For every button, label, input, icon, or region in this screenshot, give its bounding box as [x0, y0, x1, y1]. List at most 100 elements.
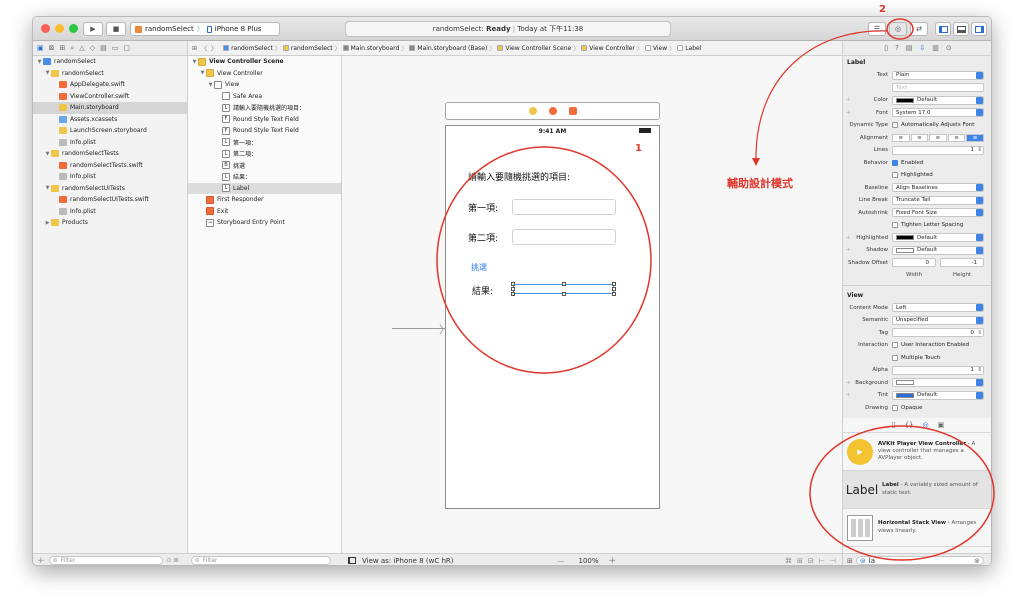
add-variation-icon[interactable]: +	[846, 110, 851, 116]
stepper-icon[interactable]: ⇕	[977, 147, 982, 153]
navigator-item[interactable]: LaunchScreen.storyboard	[33, 125, 187, 137]
toggle-navigator-button[interactable]	[935, 22, 951, 36]
checkbox[interactable]	[892, 222, 898, 229]
related-items-icon[interactable]: ⊞	[192, 45, 197, 52]
navigator-item[interactable]: ▶ Products	[33, 217, 187, 229]
outline-item[interactable]: F Round Style Text Field	[188, 114, 341, 126]
inspector-popup[interactable]: Left	[892, 303, 984, 313]
close-window-button[interactable]	[41, 24, 50, 33]
folder-icon[interactable]: ▣	[37, 44, 44, 52]
attributes-inspector-icon[interactable]: ⇩	[919, 44, 925, 52]
navigator-item[interactable]: ▼ randomSelectUITests	[33, 183, 187, 195]
breadcrumb-item[interactable]: Label	[677, 45, 701, 52]
navigator-filter-field[interactable]: ⊜ Filter	[48, 556, 163, 565]
inspector-popup[interactable]: Truncate Tail	[892, 195, 984, 205]
checkbox[interactable]	[892, 172, 898, 179]
checkbox[interactable]	[892, 404, 898, 411]
breadcrumb-item[interactable]: randomSelect 〉	[282, 44, 343, 53]
inspector-popup[interactable]	[892, 378, 984, 388]
navigator-item[interactable]: Info.plist	[33, 171, 187, 183]
stepper-icon[interactable]: ⇕	[977, 367, 982, 373]
view-controller-scene[interactable]: 9:41 AM 請輸入要隨機挑選的項目: 第一項: 第二項: 挑選 結果:	[445, 125, 660, 509]
symbol-icon[interactable]: ⊞	[60, 44, 66, 52]
inspector-popup[interactable]: Default	[892, 245, 984, 255]
result-label[interactable]	[511, 282, 616, 296]
add-variation-icon[interactable]: +	[846, 392, 851, 398]
add-icon[interactable]: +	[37, 556, 45, 566]
forward-icon[interactable]: 〉	[211, 44, 217, 53]
breadcrumb-item[interactable]: Main.storyboard 〉	[342, 44, 410, 53]
scheme-selector[interactable]: randomSelect 〉 iPhone 8 Plus	[130, 22, 280, 36]
view-controller-icon[interactable]	[528, 107, 537, 115]
exit-icon[interactable]	[568, 107, 577, 115]
inspector-popup[interactable]: Plain	[892, 70, 984, 80]
align-natural-icon[interactable]: ≡	[966, 133, 984, 142]
view-as-button[interactable]: View as: iPhone 8 (wC hR)	[362, 557, 454, 565]
navigator-item[interactable]: ViewController.swift	[33, 91, 187, 103]
stop-button[interactable]: ■	[106, 22, 126, 36]
resolve-icon[interactable]: ⊣	[830, 557, 836, 565]
inspector-number-field[interactable]: 0 ⇕	[892, 328, 984, 338]
add-variation-icon[interactable]: +	[846, 97, 851, 103]
inspector-popup[interactable]: Align Baselines	[892, 183, 984, 193]
zoom-window-button[interactable]	[69, 24, 78, 33]
inspector-text-field[interactable]: Text	[892, 83, 984, 93]
disclosure-triangle-icon[interactable]: ▼	[191, 59, 198, 65]
breadcrumb-item[interactable]: Main.storyboard (Base) 〉	[409, 44, 497, 53]
library-search-field[interactable]: ⊜ la ⊗	[855, 556, 984, 565]
disclosure-triangle-icon[interactable]: ▼	[199, 70, 206, 76]
alignment-segmented-control[interactable]: ≡ ≡ ≡ ≡ ≡	[892, 133, 984, 142]
checkbox[interactable]	[892, 159, 898, 166]
storyboard-canvas[interactable]: 〉 9:41 AM 請輸入要隨機挑選的項目: 第一項: 第二項: 挑選 結果:	[342, 56, 842, 553]
navigator-item[interactable]: ▼ randomSelect	[33, 68, 187, 80]
identity-inspector-icon[interactable]: ▤	[906, 44, 913, 52]
minimize-window-button[interactable]	[55, 24, 64, 33]
outline-item[interactable]: ▼ View Controller	[188, 68, 341, 80]
shadow-offset-width-field[interactable]: 0	[892, 258, 936, 268]
navigator-item[interactable]: Assets.xcassets	[33, 114, 187, 126]
library-item[interactable]: Horizontal Stack View - Arranges views l…	[843, 509, 991, 547]
assistant-editor-button[interactable]: ◎	[889, 22, 907, 36]
align-right-icon[interactable]: ≡	[929, 133, 947, 142]
outline-item[interactable]: F Round Style Text Field	[188, 125, 341, 137]
navigator-item[interactable]: randomSelectUITests.swift	[33, 194, 187, 206]
item2-label[interactable]: 第二項:	[468, 231, 498, 244]
align-center-icon[interactable]: ≡	[910, 133, 929, 142]
media-library-icon[interactable]: ▣	[938, 421, 945, 429]
file-template-icon[interactable]: ▯	[892, 421, 896, 429]
outline-item[interactable]: ▼ View	[188, 79, 341, 91]
inspector-popup[interactable]: System 17.0	[892, 108, 984, 118]
breadcrumb-item[interactable]: randomSelect 〉	[223, 44, 283, 53]
resize-handle[interactable]	[511, 282, 515, 286]
navigator-item[interactable]: AppDelegate.swift	[33, 79, 187, 91]
outline-item[interactable]: L 結果：	[188, 171, 341, 183]
outline-item[interactable]: L 第一項：	[188, 137, 341, 149]
inspector-popup[interactable]: Fixed Font Size	[892, 208, 984, 218]
navigator-item[interactable]: Main.storyboard	[33, 102, 187, 114]
resize-handle[interactable]	[511, 287, 515, 291]
resize-handle[interactable]	[612, 287, 616, 291]
item1-label[interactable]: 第一項:	[468, 201, 498, 214]
clear-search-icon[interactable]: ⊗	[974, 557, 980, 565]
disclosure-triangle-icon[interactable]: ▼	[44, 151, 51, 157]
align-justify-icon[interactable]: ≡	[947, 133, 966, 142]
navigator-item[interactable]: Info.plist	[33, 137, 187, 149]
result-title-label[interactable]: 結果:	[472, 284, 493, 297]
resize-handle[interactable]	[562, 292, 566, 296]
add-variation-icon[interactable]: +	[846, 380, 851, 386]
add-variation-icon[interactable]: +	[846, 235, 851, 241]
breadcrumb-item[interactable]: View Controller Scene 〉	[497, 44, 581, 53]
scm-filter-icon[interactable]: ⊠	[174, 557, 179, 564]
warning-icon[interactable]: △	[79, 44, 84, 52]
embed-icon[interactable]: ⊞	[797, 557, 803, 565]
navigator-item[interactable]: ▼ randomSelect	[33, 56, 187, 68]
inspector-popup[interactable]: Default	[892, 390, 984, 400]
navigator-item[interactable]: ▼ randomSelectTests	[33, 148, 187, 160]
file-inspector-icon[interactable]: ▯	[884, 44, 888, 52]
object-library-icon[interactable]: ◎	[923, 421, 929, 429]
help-icon[interactable]: ?	[895, 44, 899, 52]
outline-item[interactable]: Safe Area	[188, 91, 341, 103]
breadcrumb-item[interactable]: View Controller 〉	[581, 44, 645, 53]
outline-filter-field[interactable]: ⊜ Filter	[190, 556, 331, 565]
resize-handle[interactable]	[612, 292, 616, 296]
